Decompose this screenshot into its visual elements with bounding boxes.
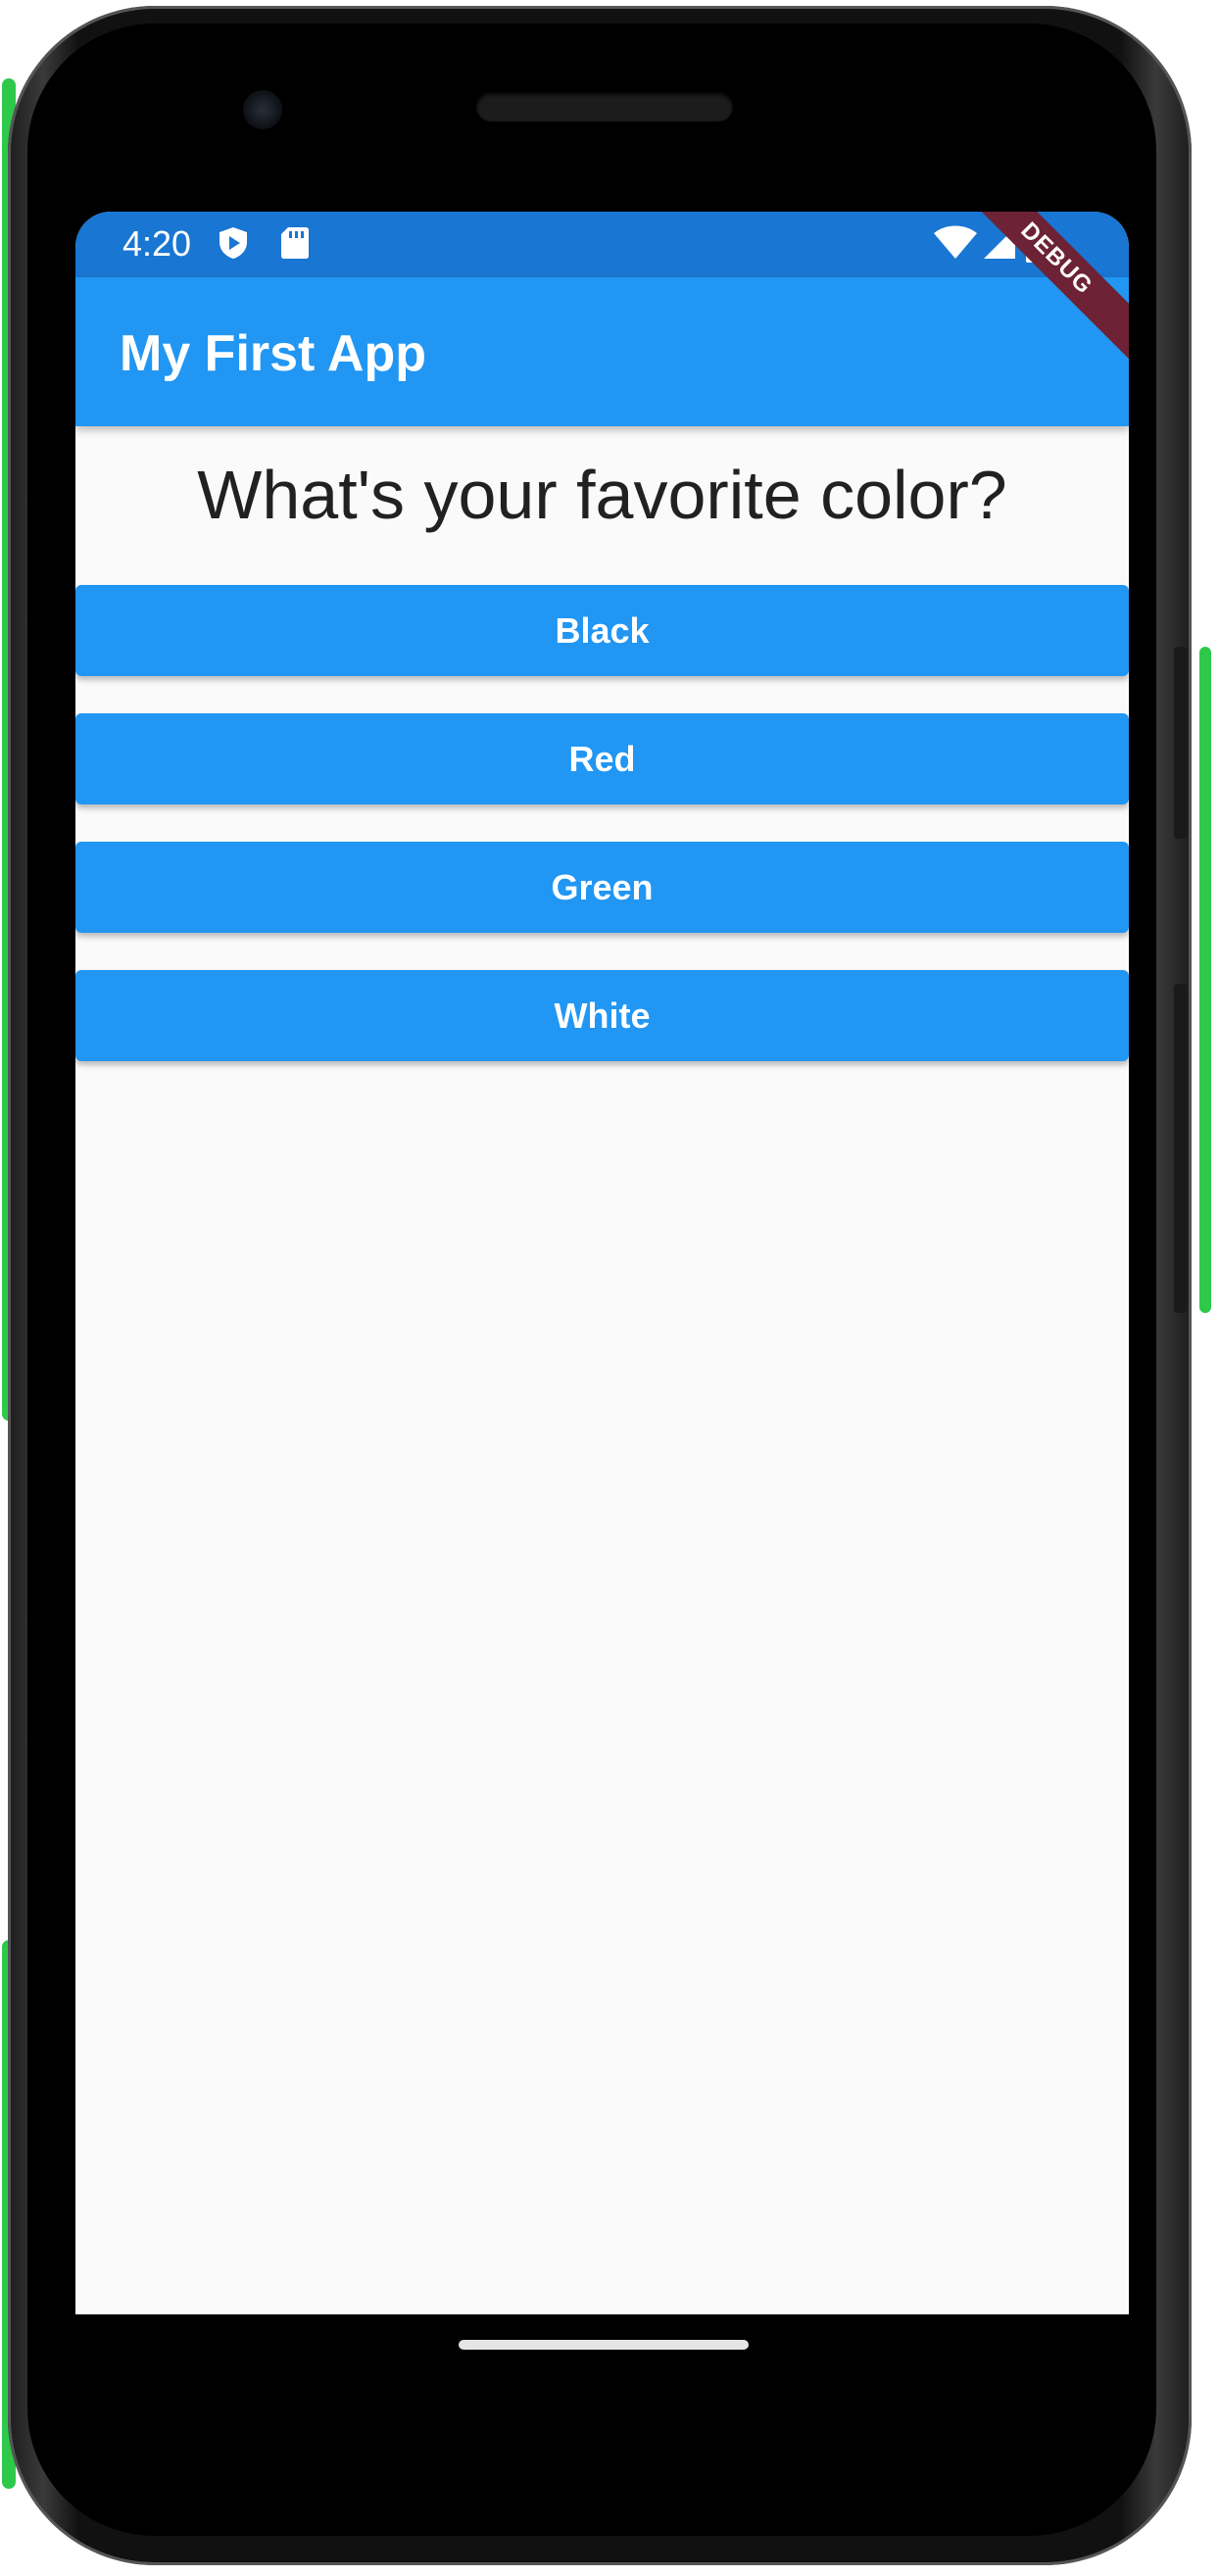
app-screen: 4:20 My First App DEBUG What's your favo…: [75, 212, 1129, 2314]
front-camera: [243, 90, 282, 129]
status-time: 4:20: [122, 223, 192, 264]
app-bar: My First App: [75, 277, 1129, 426]
power-button: [1174, 647, 1188, 839]
app-title: My First App: [120, 325, 426, 382]
answer-button-red[interactable]: Red: [75, 713, 1129, 804]
shield-play-icon: [216, 225, 251, 261]
home-indicator[interactable]: [459, 2340, 749, 2350]
wifi-icon: [934, 225, 977, 261]
status-bar: 4:20: [75, 212, 1129, 277]
answer-button-green[interactable]: Green: [75, 842, 1129, 933]
answer-button-white[interactable]: White: [75, 970, 1129, 1061]
sd-card-icon: [277, 225, 313, 261]
answer-button-black[interactable]: Black: [75, 585, 1129, 676]
frame-accent-right: [1199, 647, 1211, 1313]
volume-button: [1174, 984, 1188, 1313]
earpiece-speaker: [476, 92, 733, 122]
question-text: What's your favorite color?: [197, 457, 1007, 533]
